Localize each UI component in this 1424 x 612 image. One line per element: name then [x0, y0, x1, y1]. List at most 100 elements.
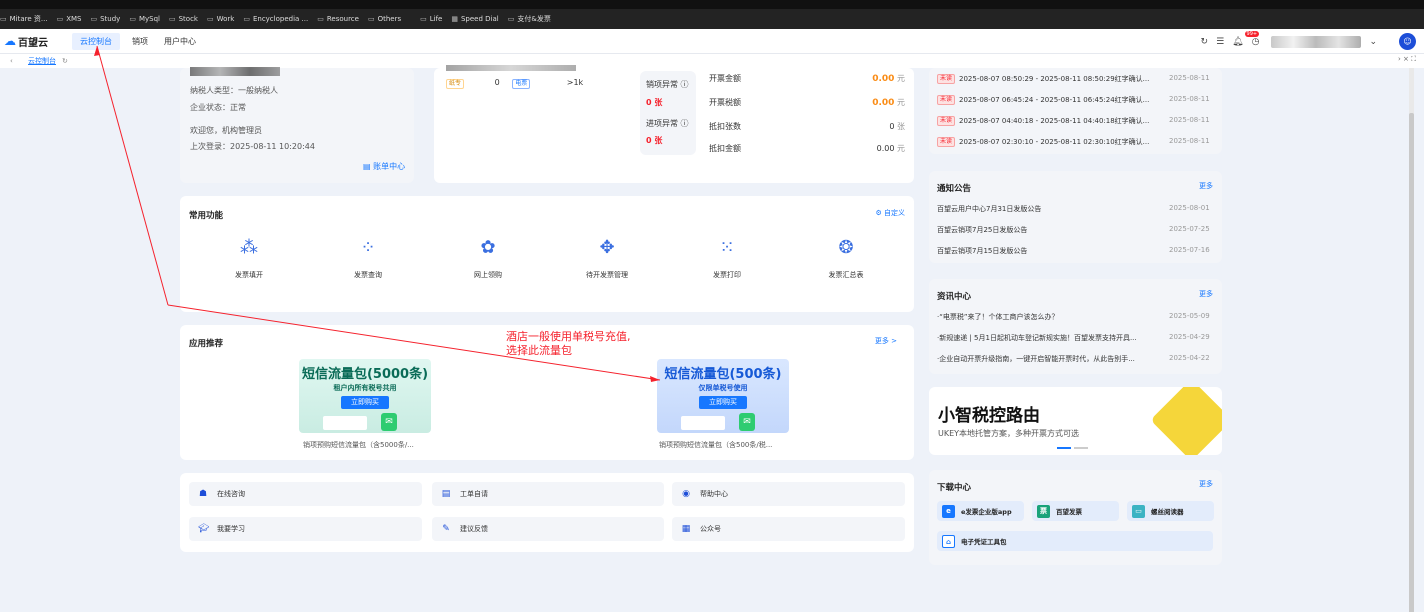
refresh-tab-icon[interactable]: ↻ [62, 57, 68, 65]
customize-link[interactable]: ⚙ 自定义 [875, 208, 905, 218]
laptop-illustration [681, 416, 725, 430]
bookmark-item[interactable]: ▭ Mitare 资... [0, 14, 48, 24]
quick-link-online-consult[interactable]: ☗ 在线咨询 [189, 482, 422, 506]
quick-link-official-account[interactable]: ▦ 公众号 [672, 517, 905, 541]
notice-row[interactable]: 未读 2025-08-07 06:45:24 - 2025-08-11 06:45… [937, 95, 1217, 105]
scrollbar[interactable] [1409, 68, 1414, 612]
tab-console[interactable]: 云控制台 [28, 56, 56, 66]
promo-sms-500[interactable]: 短信流量包(500条) 仅限单税号使用 立即购买 ✉ [657, 359, 789, 433]
chevron-down-icon[interactable]: ⌄ [1369, 37, 1377, 47]
download-reader[interactable]: ▭ 螺丝阅读器 [1127, 501, 1214, 521]
notice-row[interactable]: 未读 2025-08-07 04:40:18 - 2025-08-11 04:40… [937, 116, 1217, 126]
func-invoice-summary[interactable]: ❂ 发票汇总表 [806, 236, 886, 280]
announcement-row[interactable]: 百望云销项7月15日发版公告 2025-07-16 [937, 246, 1217, 256]
avatar[interactable]: ☺ [1399, 33, 1416, 50]
folder-icon: ▭ [317, 15, 324, 23]
quick-link-help[interactable]: ◉ 帮助中心 [672, 482, 905, 506]
company-name-redacted [446, 65, 576, 71]
download-e-invoice-app[interactable]: e e发票企业版app [937, 501, 1024, 521]
bookmark-item[interactable]: ▭ Life [420, 15, 442, 23]
folder-icon: ▭ [56, 15, 64, 23]
notice-row[interactable]: 未读 2025-08-07 08:50:29 - 2025-08-11 08:50… [937, 74, 1217, 84]
bell-icon[interactable]: 🔔︎ [1232, 37, 1243, 47]
taxpayer-type: 纳税人类型：一般纳税人 [190, 86, 278, 95]
page-tabs: ‹ 云控制台 ↻ › × ⛶ [0, 54, 1424, 68]
news-row[interactable]: ·“电票税”来了！个体工商户该怎么办？ 2025-05-09 [937, 312, 1217, 322]
input-exception-label: 进项异常 ⓘ [646, 119, 689, 128]
amount-value: 0.00 元 [872, 98, 905, 108]
bookmark-item[interactable]: ▭ Others [368, 15, 401, 23]
bookmark-item[interactable]: ▭ Resource [317, 15, 359, 23]
toolkit-icon: ⌂ [942, 534, 955, 548]
buy-now-button[interactable]: 立即购买 [341, 396, 389, 409]
news-row[interactable]: ·企业自动开票升级指南，一键开启智能开票时代，从此告别手... 2025-04-2… [937, 354, 1217, 364]
bill-center-link[interactable]: ▤ 账单中心 [363, 161, 405, 172]
annotation-line [96, 45, 169, 306]
news-row[interactable]: ·新规速递 | 5月1日起机动车登记新规实施！百望发票支持开具... 2025-0… [937, 333, 1217, 343]
logo[interactable]: ☁ 百望云 [4, 34, 68, 49]
pending-invoice-icon: ✥ [599, 237, 615, 258]
last-login: 上次登录：2025-08-11 10:20:44 [190, 142, 315, 151]
folder-icon: ▭ [90, 15, 98, 23]
amount-label: 开票金额 [709, 74, 741, 83]
welcome-text: 欢迎您，机构管理员 [190, 126, 262, 135]
refresh-icon[interactable]: ↻ [1201, 37, 1209, 47]
sms-notice-list: 未读 2025-08-07 08:50:29 - 2025-08-11 08:50… [929, 68, 1222, 154]
learn-icon: 🎓︎ [198, 524, 210, 534]
promo-sms-5000[interactable]: 短信流量包(5000条) 租户内所有税号共用 立即购买 ✉ [299, 359, 431, 433]
user-name-redacted[interactable] [1271, 35, 1362, 48]
clock-icon[interactable]: ◷ [1252, 37, 1260, 47]
chevron-left-icon[interactable]: ‹ [10, 57, 13, 65]
annotation-text: 酒店一般使用单税号充值, 选择此流量包 [506, 330, 631, 357]
bookmark-item[interactable]: ▦ Speed Dial [451, 15, 498, 23]
nav-user-center[interactable]: 用户中心 [156, 29, 204, 54]
browser-top-strip [0, 0, 1424, 9]
amount-label: 抵扣金额 [709, 144, 741, 153]
quick-link-feedback[interactable]: ✎ 建议反馈 [432, 517, 664, 541]
bookmark-item[interactable]: ▭ XMS [57, 15, 82, 23]
laptop-illustration [323, 416, 367, 430]
settings-icon: ⚙ [875, 209, 882, 217]
buy-now-button[interactable]: 立即购买 [699, 396, 747, 409]
func-pending-invoice[interactable]: ✥ 待开发票管理 [567, 236, 647, 280]
folder-icon: ▭ [420, 15, 427, 23]
carousel-dot[interactable] [1074, 447, 1088, 449]
more-link[interactable]: 更多 [1199, 289, 1213, 299]
more-link[interactable]: 更多 [1199, 479, 1213, 489]
nav-console[interactable]: 云控制台 [72, 32, 120, 50]
nav-output-tax[interactable]: 销项 [124, 29, 156, 54]
func-online-purchase[interactable]: ✿ 网上领购 [448, 236, 528, 280]
bookmark-item[interactable]: ▭ 支付&发票 [508, 14, 551, 24]
bookmark-item[interactable]: ▭ Stock [169, 15, 198, 23]
app-header: ☁ 百望云 云控制台 销项 用户中心 ↻ ☰ 🔔︎ ◷ 99+ ⌄ ☺ [0, 29, 1424, 54]
scrollbar-thumb[interactable] [1409, 113, 1414, 612]
output-exception-value: 0 张 [646, 98, 663, 107]
announcement-row[interactable]: 百望云销项7月25日发版公告 2025-07-25 [937, 225, 1217, 235]
quick-link-learn[interactable]: 🎓︎ 我要学习 [189, 517, 422, 541]
folder-icon: ▭ [168, 15, 176, 23]
func-invoice-query[interactable]: ⁘ 发票查询 [328, 236, 408, 280]
announcement-row[interactable]: 百望云用户中心7月31日发版公告 2025-08-01 [937, 204, 1217, 214]
main-nav: 云控制台 销项 用户中心 [68, 29, 204, 54]
func-invoice-issue[interactable]: ⁂ 发票填开 [209, 236, 289, 280]
func-invoice-print[interactable]: ⁙ 发票打印 [687, 236, 767, 280]
more-link[interactable]: 更多 > [875, 336, 897, 346]
carousel-dot-active[interactable] [1057, 447, 1071, 449]
bookmarks-bar: ▭ Mitare 资... ▭ XMS ▭ Study ▭ MySql ▭ Stock ▭… [0, 9, 1424, 29]
more-link[interactable]: 更多 [1199, 181, 1213, 191]
bookmark-item[interactable]: ▭ Encyclopedia ... [243, 15, 308, 23]
list-icon[interactable]: ☰ [1216, 37, 1224, 47]
bookmark-item[interactable]: ▭ Study [90, 15, 120, 23]
banner-subtitle: UKEY本地托管方案，多种开票方式可选 [938, 429, 1080, 438]
download-baiwang-invoice[interactable]: 票百望发票 [1032, 501, 1119, 521]
router-illustration [1150, 387, 1222, 455]
bookmark-item[interactable]: ▭ MySql [129, 15, 160, 23]
notice-row[interactable]: 未读 2025-08-07 02:30:10 - 2025-08-11 02:30… [937, 137, 1217, 147]
quick-link-ticket[interactable]: ▤ 工单自请 [432, 482, 664, 506]
tab-controls[interactable]: › × ⛶ [1398, 55, 1416, 64]
router-banner[interactable]: 小智税控路由 UKEY本地托管方案，多种开票方式可选 [929, 387, 1222, 455]
download-toolkit[interactable]: ⌂ 电子凭证工具包 [937, 531, 1213, 551]
bookmark-item[interactable]: ▭ Work [207, 15, 234, 23]
invoice-print-icon: ⁙ [719, 237, 735, 258]
bill-icon: ▤ [363, 162, 371, 171]
